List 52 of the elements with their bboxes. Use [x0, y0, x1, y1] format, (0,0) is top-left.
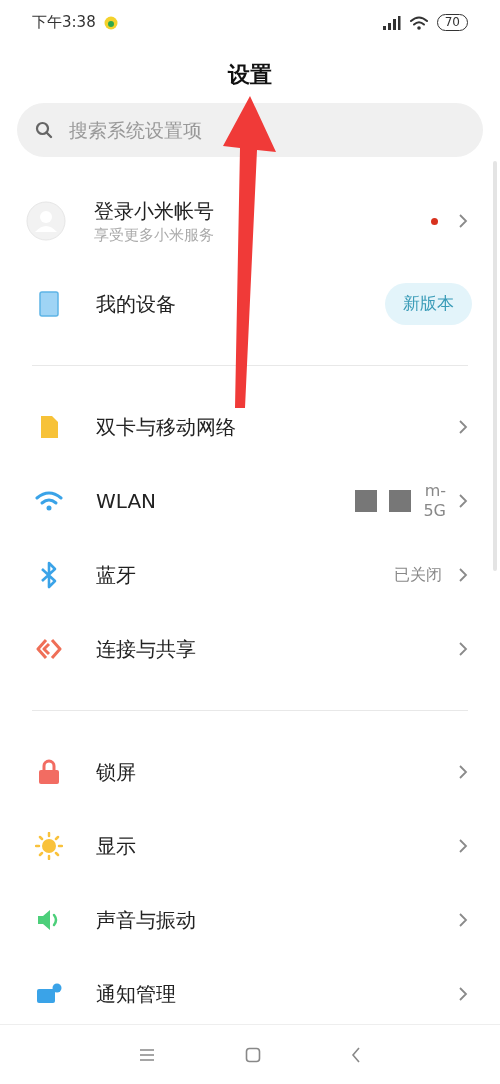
item-label: 连接与共享 — [96, 636, 196, 663]
settings-item[interactable]: 锁屏 — [0, 735, 500, 809]
item-value: 已关闭 — [394, 564, 442, 586]
avatar-icon — [26, 201, 66, 241]
item-label: 锁屏 — [96, 759, 136, 786]
home-icon[interactable] — [245, 1046, 261, 1063]
settings-item[interactable]: WLAN m- 5G — [0, 464, 500, 538]
chevron-icon — [458, 493, 468, 509]
menu-icon[interactable] — [139, 1047, 155, 1062]
chevron-icon — [458, 764, 468, 780]
wifi-icon — [34, 490, 64, 512]
sun-icon — [35, 832, 63, 860]
chevron-icon — [458, 213, 468, 229]
account-subtitle: 享受更多小米服务 — [94, 225, 214, 245]
status-time: 下午3:38 — [32, 12, 96, 34]
account-title: 登录小米帐号 — [94, 198, 214, 225]
chevron-icon — [458, 986, 468, 1002]
search-field[interactable]: 搜索系统设置项 — [17, 103, 483, 157]
item-label: 通知管理 — [96, 981, 176, 1008]
chevron-icon — [458, 641, 468, 657]
redaction-block — [389, 490, 412, 512]
network-name: 5G — [423, 501, 446, 521]
item-label: 声音与振动 — [96, 907, 196, 934]
new-version-badge: 新版本 — [385, 283, 472, 325]
item-label: WLAN — [96, 488, 157, 515]
redaction-block — [355, 490, 378, 512]
page-title: 设置 — [228, 60, 272, 89]
chevron-icon — [458, 567, 468, 583]
notification-icon — [36, 983, 62, 1005]
wifi-icon — [408, 14, 429, 31]
chevron-icon — [458, 419, 468, 435]
app-notification-icon — [103, 15, 118, 30]
settings-item[interactable]: 双卡与移动网络 — [0, 390, 500, 464]
item-label: 显示 — [96, 833, 136, 860]
item-label: 我的设备 — [96, 291, 176, 318]
settings-item[interactable]: 通知管理 — [0, 957, 500, 1024]
back-icon[interactable] — [351, 1046, 361, 1063]
tablet-icon — [39, 291, 59, 317]
settings-item[interactable]: 显示 — [0, 809, 500, 883]
item-label: 蓝牙 — [96, 562, 136, 589]
settings-item[interactable]: 连接与共享 — [0, 612, 500, 686]
chevron-icon — [458, 838, 468, 854]
chevron-icon — [458, 912, 468, 928]
network-name: m- — [424, 481, 446, 501]
settings-item[interactable]: 声音与振动 — [0, 883, 500, 957]
lock-icon — [37, 759, 61, 785]
item-label: 双卡与移动网络 — [96, 414, 236, 441]
signal-icon — [380, 14, 401, 31]
bluetooth-icon — [39, 561, 59, 589]
search-icon — [35, 121, 53, 139]
share-icon — [36, 637, 62, 661]
settings-item[interactable]: 蓝牙 已关闭 — [0, 538, 500, 612]
